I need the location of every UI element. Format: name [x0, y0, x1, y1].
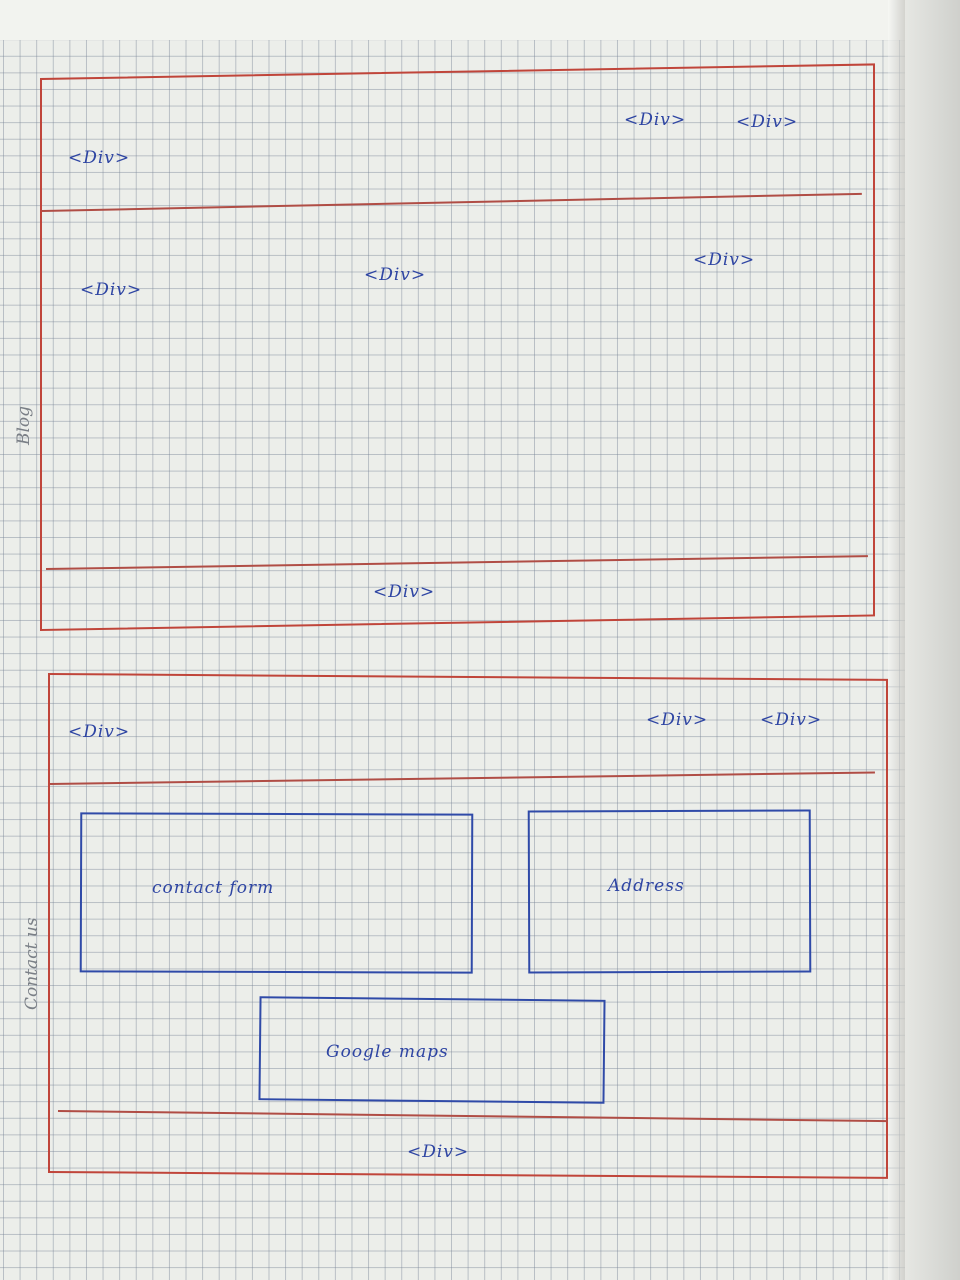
contact-header-right-div-1: <Div>: [646, 710, 709, 730]
contact-form-box: [79, 812, 474, 974]
contact-form-label: contact form: [152, 878, 275, 898]
blog-side-label: Blog: [14, 405, 34, 445]
address-label: Address: [608, 876, 685, 896]
blog-section-border: [40, 63, 875, 631]
contact-side-label: Contact us: [22, 917, 42, 1010]
background-strip: [905, 0, 960, 1280]
google-maps-label: Google maps: [326, 1042, 449, 1062]
contact-header-left-div: <Div>: [68, 722, 131, 742]
blog-header-right-div-2: <Div>: [736, 112, 799, 132]
contact-footer-div: <Div>: [407, 1142, 470, 1162]
contact-header-right-div-2: <Div>: [760, 710, 823, 730]
blog-content-center-div: <Div>: [364, 265, 427, 285]
paper-edge: [888, 0, 906, 1280]
blog-content-left-div: <Div>: [80, 280, 143, 300]
blog-header-right-div-1: <Div>: [624, 110, 687, 130]
blog-footer-div: <Div>: [373, 582, 436, 602]
paper-top-margin: [0, 0, 905, 40]
blog-content-right-div: <Div>: [693, 250, 756, 270]
blog-header-left-div: <Div>: [68, 148, 131, 168]
